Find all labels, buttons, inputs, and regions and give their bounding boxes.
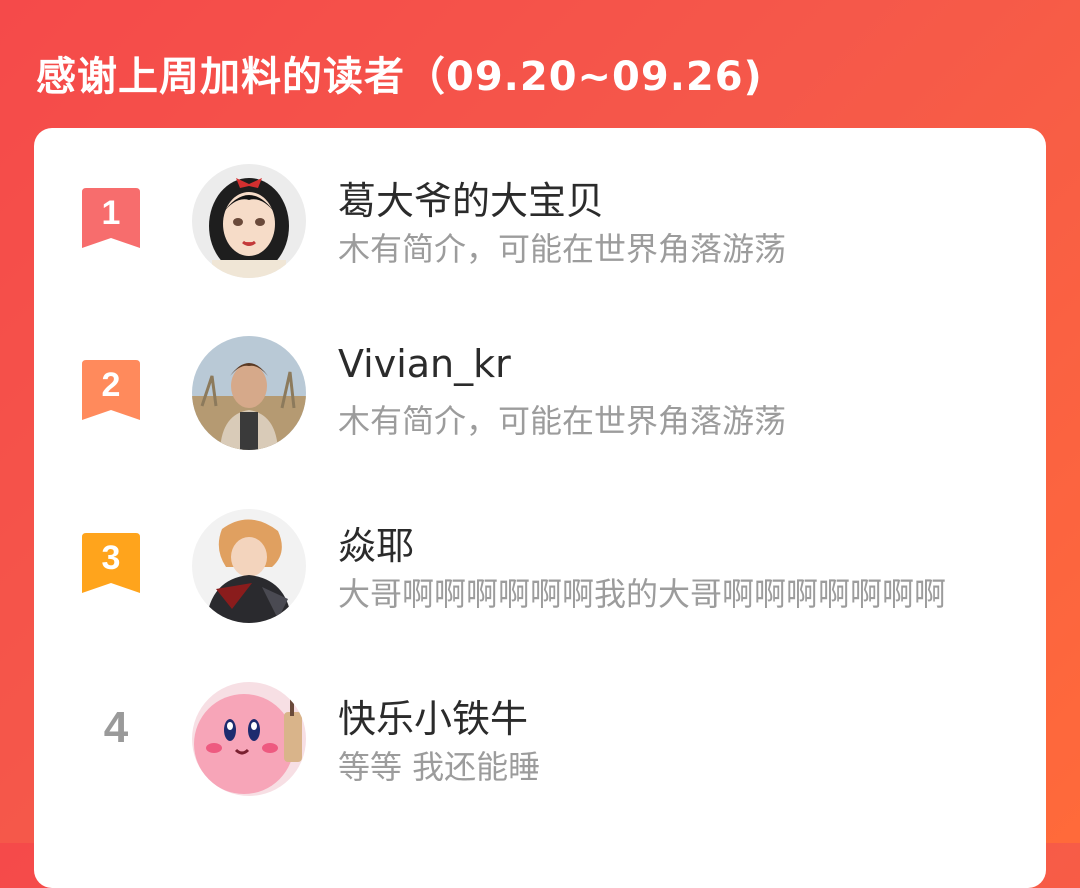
reader-bio: 木有简介，可能在世界角落游荡 — [338, 402, 787, 440]
reader-name: 焱耶 — [338, 524, 415, 568]
reader-bio: 大哥啊啊啊啊啊啊我的大哥啊啊啊啊啊啊啊 — [338, 575, 947, 613]
svg-text:3: 3 — [102, 539, 121, 577]
reader-name: 快乐小铁牛 — [338, 697, 529, 741]
man-portrait-avatar-icon[interactable] — [192, 336, 306, 450]
list-item[interactable]: 3 焱耶 大哥啊啊啊啊啊啊我的大哥啊啊啊啊啊啊啊 — [34, 473, 1046, 623]
list-item[interactable]: 2 Vivian_kr 木有简介，可能在世界角落游荡 — [34, 300, 1046, 450]
page-title: 感谢上周加料的读者（09.20~09.26) — [36, 54, 763, 100]
rank-number: 4 — [103, 703, 129, 752]
reader-name: 葛大爷的大宝贝 — [338, 179, 605, 223]
rank-3-badge-icon: 3 — [82, 533, 140, 593]
list-item[interactable]: 1 葛大爷的大宝贝 木有简介，可能在世界角落游荡 — [34, 128, 1046, 278]
reader-bio: 木有简介，可能在世界角落游荡 — [338, 230, 787, 268]
snow-white-avatar-icon[interactable] — [192, 164, 306, 278]
rank-1-badge-icon: 1 — [82, 188, 140, 248]
kirby-avatar-icon[interactable] — [192, 682, 306, 796]
reader-list: 1 葛大爷的大宝贝 木有简介，可能在世界角落游荡 2 Vivian_kr 木有简… — [34, 128, 1046, 888]
anime-character-avatar-icon[interactable] — [192, 509, 306, 623]
svg-text:2: 2 — [102, 366, 121, 404]
reader-bio: 等等 我还能睡 — [338, 748, 541, 786]
svg-text:1: 1 — [102, 194, 121, 232]
reader-name: Vivian_kr — [338, 342, 511, 386]
rank-2-badge-icon: 2 — [82, 360, 140, 420]
list-item[interactable]: 4 快乐小铁牛 等等 我还能睡 — [34, 646, 1046, 796]
